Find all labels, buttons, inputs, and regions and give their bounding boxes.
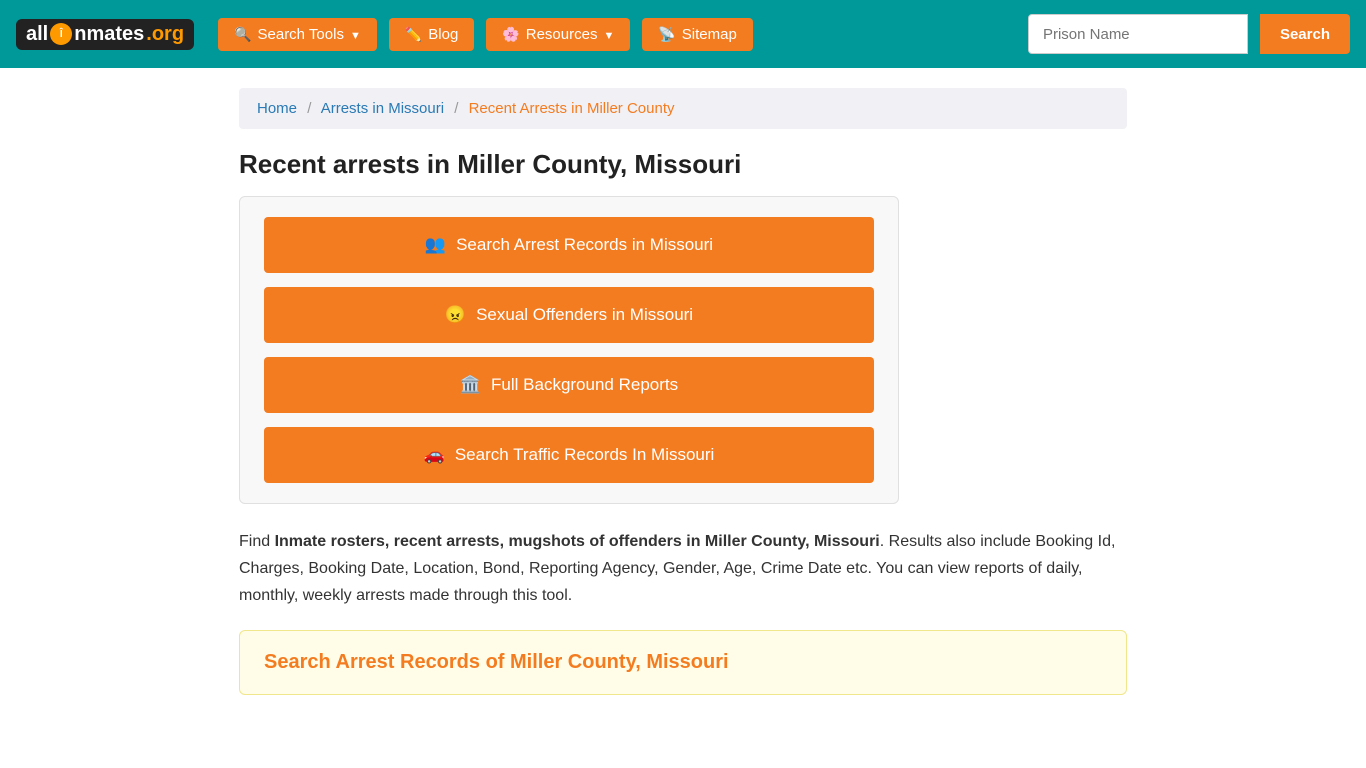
blog-icon (405, 26, 422, 43)
angry-icon (445, 305, 466, 325)
resources-caret-icon (603, 26, 614, 43)
search-tools-caret-icon (350, 26, 361, 43)
search-section-title: Search Arrest Records of Miller County, … (264, 651, 1102, 674)
search-section: Search Arrest Records of Miller County, … (239, 630, 1127, 695)
logo-dot: Î (50, 23, 72, 45)
blog-button[interactable]: Blog (389, 18, 474, 51)
breadcrumb: Home / Arrests in Missouri / Recent Arre… (239, 88, 1127, 129)
sitemap-icon (658, 26, 675, 43)
people-icon (425, 235, 446, 255)
navbar: all Î nmates .org Search Tools Blog Reso… (0, 0, 1366, 68)
page-title: Recent arrests in Miller County, Missour… (239, 149, 1127, 180)
sitemap-button[interactable]: Sitemap (642, 18, 752, 51)
breadcrumb-arrests-link[interactable]: Arrests in Missouri (321, 100, 444, 117)
building-icon (460, 375, 481, 395)
sexual-offenders-button[interactable]: Sexual Offenders in Missouri (264, 287, 874, 343)
description-text: Find Inmate rosters, recent arrests, mug… (239, 528, 1127, 610)
logo-text-inmates: nmates (74, 23, 144, 46)
breadcrumb-sep-1: / (307, 100, 311, 117)
breadcrumb-home-link[interactable]: Home (257, 100, 297, 117)
logo-org: .org (146, 23, 184, 46)
logo-text-all: all (26, 23, 48, 46)
search-tools-icon (234, 26, 251, 43)
traffic-records-button[interactable]: Search Traffic Records In Missouri (264, 427, 874, 483)
navbar-search-button[interactable]: Search (1260, 14, 1350, 54)
logo[interactable]: all Î nmates .org (16, 19, 194, 50)
search-arrest-records-button[interactable]: Search Arrest Records in Missouri (264, 217, 874, 273)
main-content: Home / Arrests in Missouri / Recent Arre… (223, 68, 1143, 715)
car-icon (424, 445, 445, 465)
action-buttons-card: Search Arrest Records in Missouri Sexual… (239, 196, 899, 504)
background-reports-button[interactable]: Full Background Reports (264, 357, 874, 413)
prison-name-input[interactable] (1028, 14, 1248, 54)
search-tools-button[interactable]: Search Tools (218, 18, 377, 51)
breadcrumb-current: Recent Arrests in Miller County (469, 100, 675, 117)
breadcrumb-sep-2: / (454, 100, 458, 117)
description-bold: Inmate rosters, recent arrests, mugshots… (275, 533, 880, 550)
resources-button[interactable]: Resources (486, 18, 630, 51)
resources-icon (502, 26, 519, 43)
